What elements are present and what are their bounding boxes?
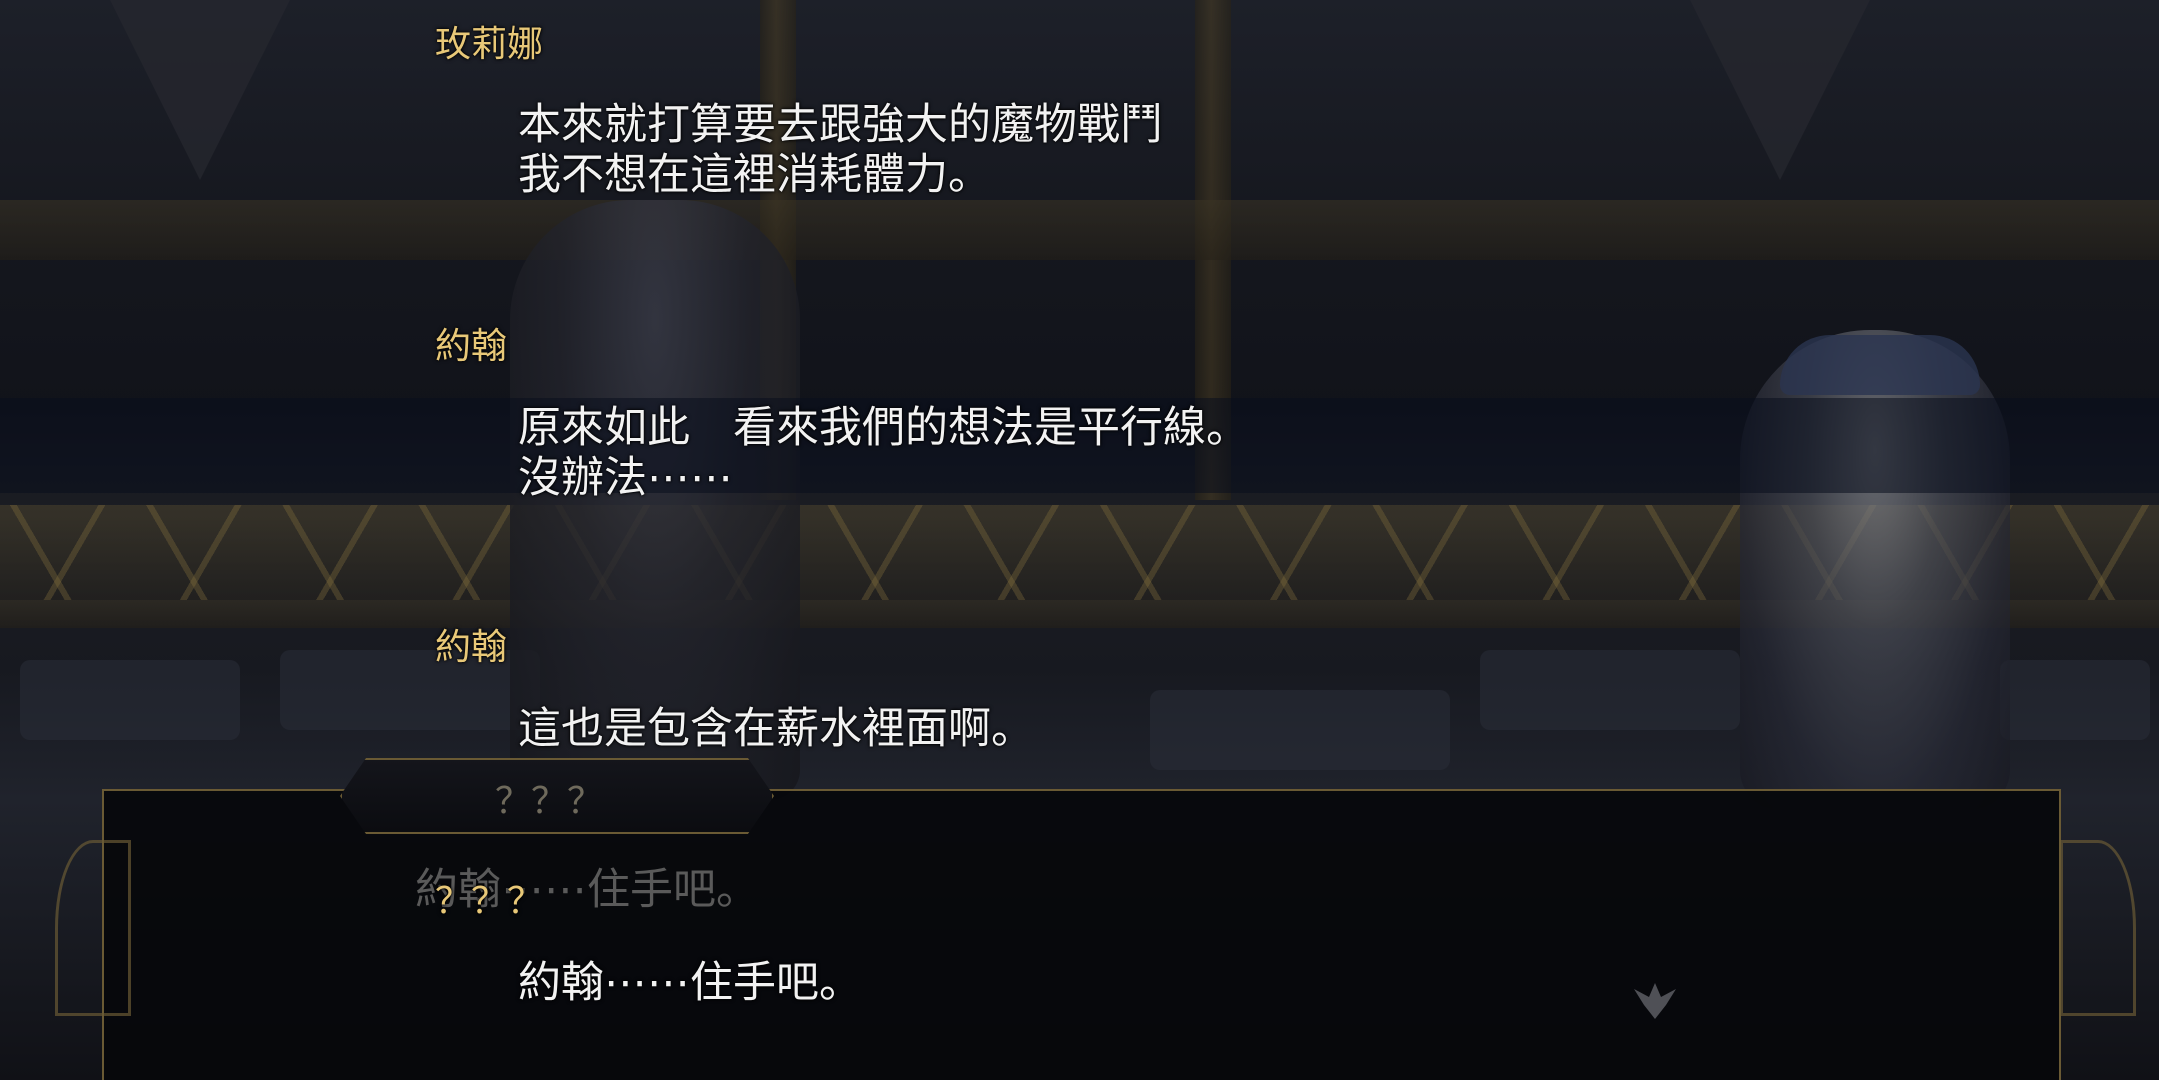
log-speaker: 約翰 xyxy=(435,627,508,668)
backlog[interactable]: 玫莉娜 本來就打算要去跟強大的魔物戰鬥 我不想在這裡消耗體力。 約翰 原來如此 … xyxy=(0,0,2159,1080)
log-speaker: ？？？ xyxy=(435,881,544,922)
log-text: 本來就打算要去跟強大的魔物戰鬥 我不想在這裡消耗體力。 xyxy=(518,100,1163,200)
log-text: 這也是包含在薪水裡面啊。 xyxy=(518,704,1034,754)
winged-emblem-icon[interactable] xyxy=(1630,975,1680,1025)
log-speaker: 約翰 xyxy=(435,326,508,367)
log-speaker: 玫莉娜 xyxy=(435,24,544,65)
game-scene: ？？？ 約翰⋯⋯住手吧。 玫莉娜 本來就打算要去跟強大的魔物戰鬥 我不想在這裡消… xyxy=(0,0,2159,1080)
log-text: 原來如此 看來我們的想法是平行線。 沒辦法⋯⋯ xyxy=(518,403,1249,503)
log-text: 約翰⋯⋯住手吧。 xyxy=(518,958,862,1008)
